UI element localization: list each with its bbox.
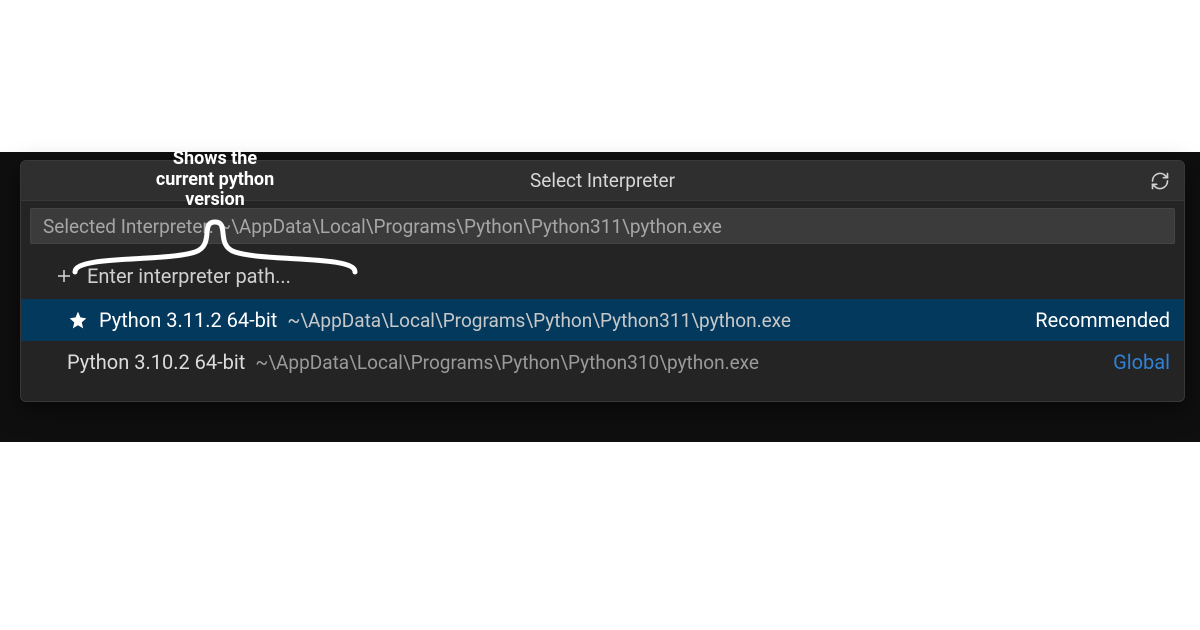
interpreter-option-0[interactable]: Python 3.11.2 64-bit ~\AppData\Local\Pro… bbox=[21, 299, 1184, 341]
enter-interpreter-path-option[interactable]: Enter interpreter path... bbox=[21, 253, 1184, 299]
star-icon bbox=[67, 309, 89, 331]
enter-path-label: Enter interpreter path... bbox=[87, 264, 291, 288]
interpreter-search-input[interactable] bbox=[30, 208, 1175, 244]
footer-pad bbox=[21, 383, 1184, 401]
interpreter-tag: Global bbox=[1113, 350, 1170, 374]
interpreter-name: Python 3.10.2 64-bit bbox=[67, 350, 245, 374]
stage: Select Interpreter bbox=[0, 0, 1200, 630]
refresh-button[interactable] bbox=[1146, 167, 1174, 195]
option-list: Enter interpreter path... Python 3.11.2 … bbox=[21, 253, 1184, 401]
interpreter-name: Python 3.11.2 64-bit bbox=[99, 308, 277, 332]
palette-header: Select Interpreter bbox=[21, 161, 1184, 201]
command-palette: Select Interpreter bbox=[20, 160, 1185, 402]
interpreter-tag: Recommended bbox=[1035, 308, 1170, 332]
refresh-icon bbox=[1150, 171, 1170, 191]
interpreter-path: ~\AppData\Local\Programs\Python\Python31… bbox=[255, 351, 1101, 374]
palette-title: Select Interpreter bbox=[530, 169, 675, 192]
interpreter-path: ~\AppData\Local\Programs\Python\Python31… bbox=[287, 309, 1023, 332]
input-row bbox=[21, 201, 1184, 253]
plus-icon bbox=[55, 267, 73, 285]
interpreter-option-1[interactable]: Python 3.10.2 64-bit ~\AppData\Local\Pro… bbox=[21, 341, 1184, 383]
